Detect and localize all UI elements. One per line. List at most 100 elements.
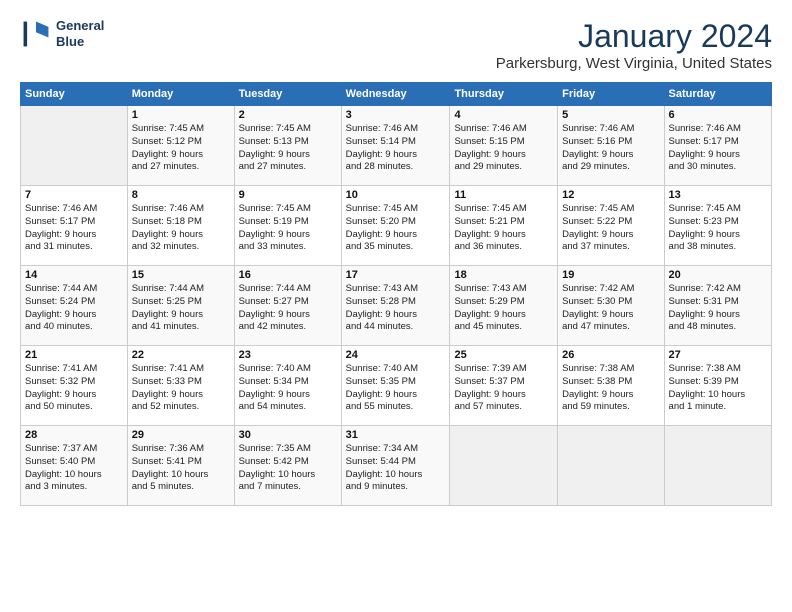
day-number: 4 xyxy=(454,109,553,121)
day-number: 20 xyxy=(669,269,767,281)
calendar-cell: 5 Sunrise: 7:46 AM Sunset: 5:16 PM Daylig… xyxy=(558,106,664,186)
day-number: 6 xyxy=(669,109,767,121)
day-info: Sunrise: 7:44 AM Sunset: 5:24 PM Dayligh… xyxy=(25,283,123,334)
calendar-cell xyxy=(21,106,128,186)
calendar-cell: 4 Sunrise: 7:46 AM Sunset: 5:15 PM Daylig… xyxy=(450,106,558,186)
calendar-cell: 25 Sunrise: 7:39 AM Sunset: 5:37 PM Dayli… xyxy=(450,346,558,426)
day-number: 30 xyxy=(239,429,337,441)
day-info: Sunrise: 7:46 AM Sunset: 5:14 PM Dayligh… xyxy=(346,123,446,174)
day-number: 3 xyxy=(346,109,446,121)
calendar-cell: 23 Sunrise: 7:40 AM Sunset: 5:34 PM Dayli… xyxy=(234,346,341,426)
weekday-header-wednesday: Wednesday xyxy=(341,83,450,106)
calendar-cell: 24Sunrise: 7:40 AM Sunset: 5:35 PM Dayli… xyxy=(341,346,450,426)
page: General Blue January 2024 Parkersburg, W… xyxy=(0,0,792,612)
day-number: 31 xyxy=(346,429,446,441)
calendar-cell: 9 Sunrise: 7:45 AM Sunset: 5:19 PM Daylig… xyxy=(234,186,341,266)
day-info: Sunrise: 7:45 AM Sunset: 5:23 PM Dayligh… xyxy=(669,203,767,254)
month-title: January 2024 xyxy=(496,18,772,55)
day-number: 13 xyxy=(669,189,767,201)
day-number: 11 xyxy=(454,189,553,201)
day-info: Sunrise: 7:41 AM Sunset: 5:32 PM Dayligh… xyxy=(25,363,123,414)
day-number: 22 xyxy=(132,349,230,361)
calendar-cell: 2Sunrise: 7:45 AM Sunset: 5:13 PM Daylig… xyxy=(234,106,341,186)
day-number: 23 xyxy=(239,349,337,361)
calendar-cell: 6Sunrise: 7:46 AM Sunset: 5:17 PM Daylig… xyxy=(664,106,771,186)
calendar-week-row: 14 Sunrise: 7:44 AM Sunset: 5:24 PM Dayli… xyxy=(21,266,772,346)
day-info: Sunrise: 7:34 AM Sunset: 5:44 PM Dayligh… xyxy=(346,443,446,494)
weekday-header-thursday: Thursday xyxy=(450,83,558,106)
day-info: Sunrise: 7:46 AM Sunset: 5:18 PM Dayligh… xyxy=(132,203,230,254)
day-info: Sunrise: 7:45 AM Sunset: 5:19 PM Dayligh… xyxy=(239,203,337,254)
day-info: Sunrise: 7:44 AM Sunset: 5:25 PM Dayligh… xyxy=(132,283,230,334)
calendar-cell: 15 Sunrise: 7:44 AM Sunset: 5:25 PM Dayli… xyxy=(127,266,234,346)
day-info: Sunrise: 7:45 AM Sunset: 5:20 PM Dayligh… xyxy=(346,203,446,254)
day-info: Sunrise: 7:35 AM Sunset: 5:42 PM Dayligh… xyxy=(239,443,337,494)
calendar-header-row: SundayMondayTuesdayWednesdayThursdayFrid… xyxy=(21,83,772,106)
day-number: 25 xyxy=(454,349,553,361)
day-info: Sunrise: 7:42 AM Sunset: 5:31 PM Dayligh… xyxy=(669,283,767,334)
calendar-week-row: 21Sunrise: 7:41 AM Sunset: 5:32 PM Dayli… xyxy=(21,346,772,426)
day-info: Sunrise: 7:43 AM Sunset: 5:28 PM Dayligh… xyxy=(346,283,446,334)
calendar-week-row: 7 Sunrise: 7:46 AM Sunset: 5:17 PM Daylig… xyxy=(21,186,772,266)
calendar-cell xyxy=(558,426,664,506)
weekday-header-sunday: Sunday xyxy=(21,83,128,106)
calendar-cell: 13 Sunrise: 7:45 AM Sunset: 5:23 PM Dayli… xyxy=(664,186,771,266)
calendar-week-row: 28 Sunrise: 7:37 AM Sunset: 5:40 PM Dayli… xyxy=(21,426,772,506)
calendar-cell: 28 Sunrise: 7:37 AM Sunset: 5:40 PM Dayli… xyxy=(21,426,128,506)
calendar-cell: 11 Sunrise: 7:45 AM Sunset: 5:21 PM Dayli… xyxy=(450,186,558,266)
weekday-header-tuesday: Tuesday xyxy=(234,83,341,106)
day-number: 1 xyxy=(132,109,230,121)
day-info: Sunrise: 7:38 AM Sunset: 5:38 PM Dayligh… xyxy=(562,363,659,414)
calendar-cell xyxy=(664,426,771,506)
day-info: Sunrise: 7:46 AM Sunset: 5:16 PM Dayligh… xyxy=(562,123,659,174)
calendar-cell: 22 Sunrise: 7:41 AM Sunset: 5:33 PM Dayli… xyxy=(127,346,234,426)
day-number: 26 xyxy=(562,349,659,361)
day-number: 15 xyxy=(132,269,230,281)
day-number: 8 xyxy=(132,189,230,201)
calendar-cell: 1 Sunrise: 7:45 AM Sunset: 5:12 PM Daylig… xyxy=(127,106,234,186)
calendar-table: SundayMondayTuesdayWednesdayThursdayFrid… xyxy=(20,82,772,506)
day-number: 5 xyxy=(562,109,659,121)
day-number: 28 xyxy=(25,429,123,441)
day-number: 14 xyxy=(25,269,123,281)
day-info: Sunrise: 7:45 AM Sunset: 5:13 PM Dayligh… xyxy=(239,123,337,174)
calendar-cell: 21Sunrise: 7:41 AM Sunset: 5:32 PM Dayli… xyxy=(21,346,128,426)
logo-line1: General xyxy=(56,18,104,34)
calendar-cell: 17Sunrise: 7:43 AM Sunset: 5:28 PM Dayli… xyxy=(341,266,450,346)
day-number: 9 xyxy=(239,189,337,201)
day-number: 16 xyxy=(239,269,337,281)
weekday-header-monday: Monday xyxy=(127,83,234,106)
header-area: General Blue January 2024 Parkersburg, W… xyxy=(20,18,772,72)
calendar-week-row: 1 Sunrise: 7:45 AM Sunset: 5:12 PM Daylig… xyxy=(21,106,772,186)
calendar-cell: 26 Sunrise: 7:38 AM Sunset: 5:38 PM Dayli… xyxy=(558,346,664,426)
calendar-cell: 8 Sunrise: 7:46 AM Sunset: 5:18 PM Daylig… xyxy=(127,186,234,266)
calendar-cell: 19Sunrise: 7:42 AM Sunset: 5:30 PM Dayli… xyxy=(558,266,664,346)
day-info: Sunrise: 7:42 AM Sunset: 5:30 PM Dayligh… xyxy=(562,283,659,334)
calendar-cell: 7 Sunrise: 7:46 AM Sunset: 5:17 PM Daylig… xyxy=(21,186,128,266)
day-info: Sunrise: 7:40 AM Sunset: 5:34 PM Dayligh… xyxy=(239,363,337,414)
day-number: 24 xyxy=(346,349,446,361)
day-number: 7 xyxy=(25,189,123,201)
day-info: Sunrise: 7:45 AM Sunset: 5:22 PM Dayligh… xyxy=(562,203,659,254)
logo-line2: Blue xyxy=(56,34,104,50)
weekday-header-friday: Friday xyxy=(558,83,664,106)
calendar-cell: 16 Sunrise: 7:44 AM Sunset: 5:27 PM Dayli… xyxy=(234,266,341,346)
day-info: Sunrise: 7:45 AM Sunset: 5:12 PM Dayligh… xyxy=(132,123,230,174)
day-info: Sunrise: 7:41 AM Sunset: 5:33 PM Dayligh… xyxy=(132,363,230,414)
day-info: Sunrise: 7:46 AM Sunset: 5:17 PM Dayligh… xyxy=(25,203,123,254)
day-number: 10 xyxy=(346,189,446,201)
day-info: Sunrise: 7:46 AM Sunset: 5:15 PM Dayligh… xyxy=(454,123,553,174)
calendar-cell: 27Sunrise: 7:38 AM Sunset: 5:39 PM Dayli… xyxy=(664,346,771,426)
day-info: Sunrise: 7:39 AM Sunset: 5:37 PM Dayligh… xyxy=(454,363,553,414)
calendar-cell: 31 Sunrise: 7:34 AM Sunset: 5:44 PM Dayli… xyxy=(341,426,450,506)
day-number: 18 xyxy=(454,269,553,281)
day-info: Sunrise: 7:43 AM Sunset: 5:29 PM Dayligh… xyxy=(454,283,553,334)
day-number: 29 xyxy=(132,429,230,441)
day-info: Sunrise: 7:37 AM Sunset: 5:40 PM Dayligh… xyxy=(25,443,123,494)
calendar-cell: 20 Sunrise: 7:42 AM Sunset: 5:31 PM Dayli… xyxy=(664,266,771,346)
calendar-cell: 30 Sunrise: 7:35 AM Sunset: 5:42 PM Dayli… xyxy=(234,426,341,506)
calendar-cell: 14 Sunrise: 7:44 AM Sunset: 5:24 PM Dayli… xyxy=(21,266,128,346)
logo-icon xyxy=(20,18,52,50)
day-info: Sunrise: 7:44 AM Sunset: 5:27 PM Dayligh… xyxy=(239,283,337,334)
day-info: Sunrise: 7:45 AM Sunset: 5:21 PM Dayligh… xyxy=(454,203,553,254)
